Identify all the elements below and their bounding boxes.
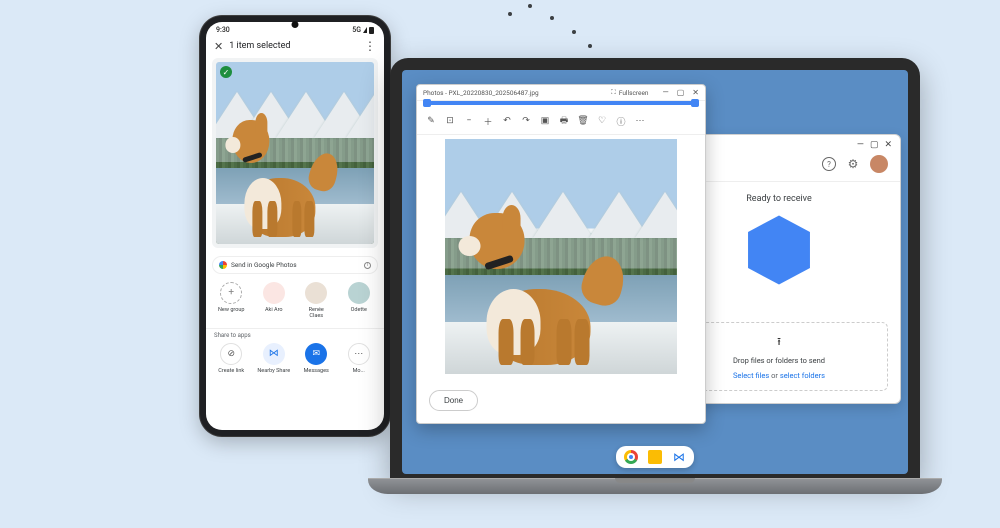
rotate-right-icon[interactable]: ↷ bbox=[520, 116, 532, 126]
chrome-icon[interactable] bbox=[624, 450, 638, 464]
status-time: 9:30 bbox=[216, 26, 230, 34]
selected-photo[interactable]: ✓ bbox=[216, 62, 374, 244]
photos-viewer-window: Photos - PXL_20220830_202506487.jpg ⛶ Fu… bbox=[416, 84, 706, 424]
window-title: Photos - PXL_20220830_202506487.jpg bbox=[423, 89, 539, 97]
favorite-icon[interactable]: ♡ bbox=[596, 116, 608, 126]
files-icon[interactable] bbox=[648, 450, 662, 464]
status-network: 5G bbox=[352, 26, 361, 34]
contact-label: Odette bbox=[340, 307, 379, 313]
app-nearby-share[interactable]: ⋈ Nearby Share bbox=[255, 343, 294, 374]
zoom-out-icon[interactable]: − bbox=[463, 116, 475, 126]
help-icon[interactable]: ? bbox=[822, 157, 836, 171]
photos-viewer-titlebar: Photos - PXL_20220830_202506487.jpg ⛶ Fu… bbox=[417, 85, 705, 101]
phone-camera bbox=[292, 21, 299, 28]
contact-label: Aki Aro bbox=[255, 307, 294, 313]
contact-new-group[interactable]: + New group bbox=[212, 282, 251, 320]
maximize-button[interactable]: ▢ bbox=[677, 88, 685, 97]
messages-icon: ✉ bbox=[305, 343, 327, 365]
avatar bbox=[348, 282, 370, 304]
close-button[interactable]: ✕ bbox=[692, 88, 699, 97]
app-label: Nearby Share bbox=[255, 368, 294, 374]
contact-item[interactable]: Renée Claes bbox=[297, 282, 336, 320]
laptop-base bbox=[368, 478, 942, 494]
more-apps-icon: ⋯ bbox=[348, 343, 370, 365]
select-folders-link[interactable]: select folders bbox=[780, 371, 825, 380]
more-icon[interactable]: ⋯ bbox=[634, 116, 646, 126]
or-text: or bbox=[771, 371, 778, 380]
app-more[interactable]: ⋯ Mo... bbox=[340, 343, 379, 374]
more-icon[interactable]: ⋮ bbox=[364, 39, 376, 53]
desktop: — ▢ ✕ ? ⚙ Ready to receive ⭱ Drop files … bbox=[402, 70, 908, 474]
drop-zone-label: Drop files or folders to send bbox=[681, 356, 877, 365]
minimize-button[interactable]: — bbox=[662, 88, 668, 97]
app-messages[interactable]: ✉ Messages bbox=[297, 343, 336, 374]
link-icon: ⊘ bbox=[220, 343, 242, 365]
info-icon[interactable]: i bbox=[364, 262, 371, 269]
google-photos-icon bbox=[219, 261, 227, 269]
photos-viewer-toolbar: ✎ ⊡ − ＋ ↶ ↷ ▣ 🖶 🗑 ♡ ⓘ ⋯ bbox=[417, 108, 705, 135]
share-apps-row: ⊘ Create link ⋈ Nearby Share ✉ Messages … bbox=[206, 339, 384, 374]
battery-icon bbox=[369, 27, 374, 34]
account-avatar[interactable] bbox=[870, 155, 888, 173]
nearby-share-icon: ⋈ bbox=[263, 343, 285, 365]
selection-header: ✕ 1 item selected ⋮ bbox=[206, 36, 384, 58]
send-in-photos-label: Send in Google Photos bbox=[231, 261, 297, 269]
contact-item[interactable]: Aki Aro bbox=[255, 282, 294, 320]
drop-zone-links: Select files or select folders bbox=[681, 371, 877, 380]
selected-photo-container: ✓ bbox=[212, 58, 378, 248]
contacts-row: + New group Aki Aro Renée Claes Odette bbox=[206, 278, 384, 324]
close-button[interactable]: ✕ bbox=[884, 140, 892, 150]
status-indicators: 5G bbox=[352, 26, 374, 34]
avatar bbox=[263, 282, 285, 304]
app-create-link[interactable]: ⊘ Create link bbox=[212, 343, 251, 374]
app-label: Mo... bbox=[340, 368, 379, 374]
photo-scrubber[interactable] bbox=[425, 101, 697, 105]
app-label: Messages bbox=[297, 368, 336, 374]
send-in-photos-row[interactable]: Send in Google Photos i bbox=[212, 256, 378, 274]
maximize-button[interactable]: ▢ bbox=[870, 140, 879, 150]
rotate-left-icon[interactable]: ↶ bbox=[501, 116, 513, 126]
new-group-icon: + bbox=[220, 282, 242, 304]
fullscreen-button[interactable]: ⛶ Fullscreen bbox=[611, 88, 648, 97]
contact-item[interactable]: Odette bbox=[340, 282, 379, 320]
gear-icon[interactable]: ⚙ bbox=[846, 157, 860, 171]
share-to-apps-label: Share to apps bbox=[206, 332, 384, 339]
selection-title: 1 item selected bbox=[229, 41, 358, 51]
laptop: — ▢ ✕ ? ⚙ Ready to receive ⭱ Drop files … bbox=[390, 58, 920, 528]
minimize-button[interactable]: — bbox=[857, 140, 864, 150]
receive-status: Ready to receive bbox=[746, 194, 812, 204]
taskbar: ⋈ bbox=[616, 446, 694, 468]
android-phone: 9:30 5G ✕ 1 item selected ⋮ ✓ bbox=[200, 16, 390, 436]
delete-icon[interactable]: 🗑 bbox=[577, 116, 589, 126]
upload-icon: ⭱ bbox=[681, 333, 877, 352]
crop-icon[interactable]: ⊡ bbox=[444, 116, 456, 126]
fullscreen-icon: ⛶ bbox=[611, 88, 616, 97]
signal-icon bbox=[363, 27, 367, 33]
slideshow-icon[interactable]: ▣ bbox=[539, 116, 551, 126]
nearby-share-taskbar-icon[interactable]: ⋈ bbox=[672, 450, 686, 464]
phone-screen: 9:30 5G ✕ 1 item selected ⋮ ✓ bbox=[206, 22, 384, 430]
avatar bbox=[305, 282, 327, 304]
app-label: Create link bbox=[212, 368, 251, 374]
done-button[interactable]: Done bbox=[429, 390, 478, 411]
edit-icon[interactable]: ✎ bbox=[425, 116, 437, 126]
zoom-in-icon[interactable]: ＋ bbox=[482, 115, 494, 128]
contact-label: New group bbox=[212, 307, 251, 313]
selected-checkmark-icon: ✓ bbox=[220, 66, 232, 78]
receive-animation bbox=[743, 214, 815, 286]
close-icon[interactable]: ✕ bbox=[214, 40, 223, 53]
print-icon[interactable]: 🖶 bbox=[558, 113, 570, 129]
contact-label: Renée Claes bbox=[297, 307, 336, 320]
select-files-link[interactable]: Select files bbox=[733, 371, 769, 380]
viewer-photo[interactable] bbox=[445, 139, 677, 374]
divider bbox=[206, 328, 384, 329]
fullscreen-label: Fullscreen bbox=[619, 89, 649, 97]
info-icon[interactable]: ⓘ bbox=[615, 115, 627, 128]
